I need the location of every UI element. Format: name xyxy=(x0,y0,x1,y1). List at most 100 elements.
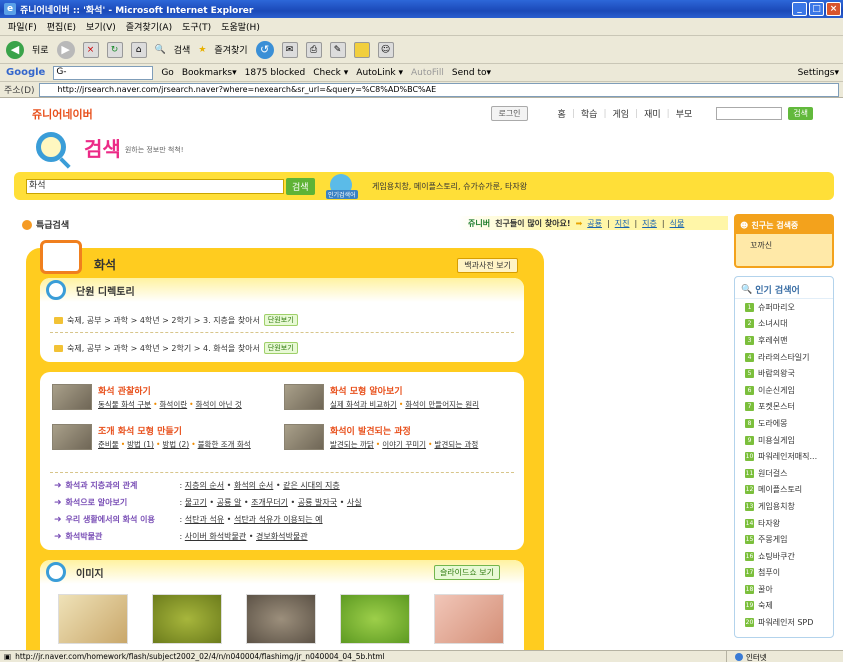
topic-title[interactable]: 화석 모형 알아보기 xyxy=(330,384,479,397)
popular-item-label[interactable]: 타자왕 xyxy=(758,518,780,529)
print-icon[interactable]: ⎙ xyxy=(305,41,322,58)
topic-thumbnail[interactable] xyxy=(284,424,324,450)
popular-item-label[interactable]: 파워레인저 SPD xyxy=(758,617,813,628)
menu-favorites[interactable]: 즐겨찾기(A) xyxy=(126,20,172,33)
topic-title[interactable]: 화석 관찰하기 xyxy=(98,384,242,397)
topic-link[interactable]: 불확한 조개 화석 xyxy=(198,440,251,449)
friends-link-strata[interactable]: 지층 xyxy=(642,218,657,229)
fossil-image-thumbnail[interactable] xyxy=(152,594,222,644)
popular-item[interactable]: 3 후레쉬맨 xyxy=(735,332,833,349)
topic-link[interactable]: 방법 (2) xyxy=(162,440,189,449)
search-logo[interactable]: 검색 원하는 정보만 척척! xyxy=(36,132,184,162)
google-go-button[interactable]: Go xyxy=(161,68,173,78)
favorites-star-icon[interactable]: ★ xyxy=(198,45,206,55)
popular-item-label[interactable]: 슈퍼마리오 xyxy=(758,302,795,313)
topic-item[interactable]: 화석 모형 알아보기 실제 화석과 비교하기 • 화석이 만들어지는 원리 xyxy=(284,384,479,410)
popular-item-label[interactable]: 꿀아 xyxy=(758,584,773,595)
menu-view[interactable]: 보기(V) xyxy=(86,20,116,33)
stop-icon[interactable]: × xyxy=(82,41,99,58)
forward-arrow-icon[interactable]: ▶ xyxy=(56,40,75,59)
popular-item[interactable]: 1 슈퍼마리오 xyxy=(735,299,833,316)
close-icon[interactable]: × xyxy=(826,2,841,16)
unit-path[interactable]: 숙제, 공부 > 과학 > 4학년 > 2학기 > 4. 화석을 찾아서 xyxy=(67,343,260,354)
popular-item[interactable]: 10 파워레인저매직... xyxy=(735,448,833,465)
popular-item-label[interactable]: 숙제 xyxy=(758,600,773,611)
topic-link[interactable]: 준비물 xyxy=(98,440,119,449)
related-link[interactable]: 화석의 순서 xyxy=(234,481,273,490)
google-settings-button[interactable]: Settings▾ xyxy=(798,68,839,78)
minimize-icon[interactable]: _ xyxy=(792,2,807,16)
related-link[interactable]: 같은 시대의 지층 xyxy=(283,481,340,490)
back-label[interactable]: 뒤로 xyxy=(32,43,49,56)
top-search-button[interactable]: 검색 xyxy=(788,107,813,120)
menu-file[interactable]: 파일(F) xyxy=(8,20,37,33)
popular-item-label[interactable]: 후레쉬맨 xyxy=(758,335,787,346)
topic-thumbnail[interactable] xyxy=(52,424,92,450)
back-arrow-icon[interactable]: ◀ xyxy=(6,40,24,59)
related-link[interactable]: 지층의 순서 xyxy=(185,481,224,490)
menu-tools[interactable]: 도구(T) xyxy=(182,20,211,33)
popular-item[interactable]: 13 게임용치창 xyxy=(735,498,833,515)
topic-link[interactable]: 실제 화석과 비교하기 xyxy=(330,400,397,409)
popular-item-label[interactable]: 첨푸이 xyxy=(758,567,780,578)
popular-item-label[interactable]: 메이플스토리 xyxy=(758,484,802,495)
related-label[interactable]: 화석으로 알아보기 xyxy=(66,497,176,508)
maximize-icon[interactable]: □ xyxy=(809,2,824,16)
popular-item[interactable]: 8 도라에몽 xyxy=(735,415,833,432)
unit-path[interactable]: 숙제, 공부 > 과학 > 4학년 > 2학기 > 3. 지층을 찾아서 xyxy=(67,315,260,326)
related-label[interactable]: 화석과 지층과의 관계 xyxy=(66,480,176,491)
junior-naver-logo[interactable]: 쥬니어네이버 xyxy=(32,106,93,122)
popular-item[interactable]: 7 포켓몬스터 xyxy=(735,399,833,416)
popular-keywords[interactable]: 게임용치창, 메이플스토리, 슈가슈가룬, 타자왕 xyxy=(372,181,527,192)
home-icon[interactable]: ⌂ xyxy=(130,41,147,58)
slideshow-button[interactable]: 슬라이드쇼 보기 xyxy=(433,565,500,580)
nav-fun[interactable]: 재미 xyxy=(644,107,661,120)
spellcheck-button[interactable]: Check ▾ xyxy=(313,68,348,78)
friends-link-earthquake[interactable]: 지진 xyxy=(615,218,630,229)
popular-item-label[interactable]: 원더걸스 xyxy=(758,468,787,479)
mail-icon[interactable]: ✉ xyxy=(281,41,298,58)
popular-item-label[interactable]: 라라의스타일기 xyxy=(758,352,810,363)
main-search-button[interactable]: 검색 xyxy=(286,178,315,195)
popular-item[interactable]: 5 바람의왕국 xyxy=(735,365,833,382)
autofill-button[interactable]: AutoFill xyxy=(411,68,444,78)
topic-thumbnail[interactable] xyxy=(284,384,324,410)
main-search-input[interactable]: 화석 xyxy=(26,179,284,194)
edit-icon[interactable]: ✎ xyxy=(329,41,346,58)
popular-item[interactable]: 6 이순신게임 xyxy=(735,382,833,399)
nav-home[interactable]: 홈 xyxy=(558,107,566,120)
unit-view-button[interactable]: 단원보기 xyxy=(263,342,298,354)
popular-item[interactable]: 20 파워레인저 SPD xyxy=(735,614,833,631)
folder-icon[interactable] xyxy=(353,41,370,58)
popular-item[interactable]: 14 타자왕 xyxy=(735,515,833,532)
popular-item[interactable]: 12 메이플스토리 xyxy=(735,482,833,499)
popular-item[interactable]: 18 꿀아 xyxy=(735,581,833,598)
topic-link[interactable]: 화석이 만들어지는 원리 xyxy=(405,400,479,409)
popular-item[interactable]: 15 주몽게임 xyxy=(735,531,833,548)
popular-item-label[interactable]: 도라에몽 xyxy=(758,418,787,429)
topic-thumbnail[interactable] xyxy=(52,384,92,410)
fossil-image-thumbnail[interactable] xyxy=(58,594,128,644)
popular-item[interactable]: 19 숙제 xyxy=(735,598,833,615)
popular-item[interactable]: 16 쇼팅바쿠간 xyxy=(735,548,833,565)
nav-study[interactable]: 학습 xyxy=(581,107,598,120)
unit-row[interactable]: 숙제, 공부 > 과학 > 4학년 > 2학기 > 4. 화석을 찾아서 단원보… xyxy=(54,342,298,354)
topic-title[interactable]: 조개 화석 모형 만들기 xyxy=(98,424,251,437)
popular-item[interactable]: 11 원더걸스 xyxy=(735,465,833,482)
topic-item[interactable]: 조개 화석 모형 만들기 준비물 • 방법 (1) • 방법 (2) • 불확한 조개 화석 xyxy=(52,424,251,450)
bookmarks-button[interactable]: Bookmarks▾ xyxy=(182,68,237,78)
login-button[interactable]: 로그인 xyxy=(491,106,528,121)
popular-item-label[interactable]: 쇼팅바쿠간 xyxy=(758,551,795,562)
related-label[interactable]: 우리 생활에서의 화석 이용 xyxy=(66,514,176,525)
related-link[interactable]: 석탄과 석유가 이용되는 예 xyxy=(234,515,323,524)
topic-link[interactable]: 화석이란 xyxy=(160,400,188,409)
popular-item[interactable]: 4 라라의스타일기 xyxy=(735,349,833,366)
unit-view-button[interactable]: 단원보기 xyxy=(263,314,298,326)
popular-item[interactable]: 2 소녀시대 xyxy=(735,316,833,333)
topic-link[interactable]: 발견되는 과정 xyxy=(434,440,478,449)
history-icon[interactable]: ↺ xyxy=(255,40,274,59)
friends-link-dinosaur[interactable]: 공룡 xyxy=(587,218,602,229)
autolink-button[interactable]: AutoLink ▾ xyxy=(356,68,403,78)
popular-item-label[interactable]: 주몽게임 xyxy=(758,534,787,545)
fossil-image-thumbnail[interactable] xyxy=(246,594,316,644)
